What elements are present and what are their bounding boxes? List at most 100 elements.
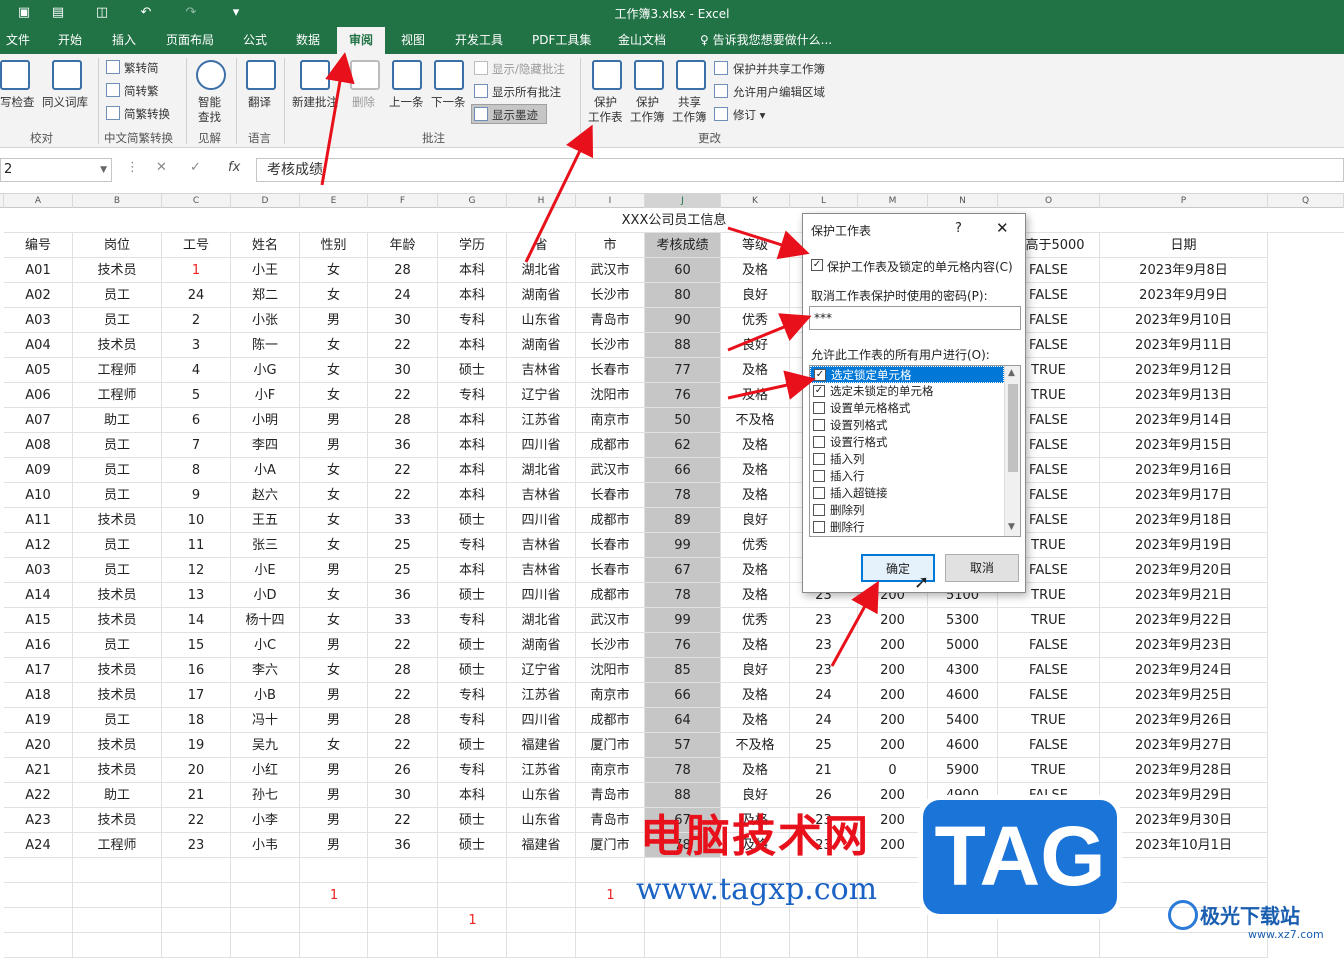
table-cell[interactable]: 66 xyxy=(645,458,721,483)
table-cell[interactable]: 小D xyxy=(231,583,300,608)
empty-cell[interactable] xyxy=(231,858,300,883)
empty-cell[interactable] xyxy=(438,933,507,958)
table-cell[interactable]: A06 xyxy=(4,383,73,408)
previous-comment-button[interactable]: 上一条 xyxy=(389,94,424,110)
table-cell[interactable]: A01 xyxy=(4,258,73,283)
table-cell[interactable]: A18 xyxy=(4,683,73,708)
table-cell[interactable]: 2023年9月30日 xyxy=(1100,808,1268,833)
column-label[interactable]: 市 xyxy=(576,233,645,258)
empty-cell[interactable] xyxy=(4,933,73,958)
column-header-g[interactable]: G xyxy=(438,194,507,208)
permission-checkbox[interactable] xyxy=(813,402,825,414)
table-cell[interactable]: 2023年9月28日 xyxy=(1100,758,1268,783)
table-cell[interactable]: 8 xyxy=(162,458,231,483)
table-cell[interactable]: 福建省 xyxy=(507,833,576,858)
table-cell[interactable]: TRUE xyxy=(998,608,1100,633)
table-cell[interactable]: 2023年9月19日 xyxy=(1100,533,1268,558)
empty-cell[interactable] xyxy=(73,883,162,908)
empty-cell[interactable] xyxy=(576,933,645,958)
table-cell[interactable]: 200 xyxy=(858,608,928,633)
empty-cell[interactable] xyxy=(507,933,576,958)
table-cell[interactable]: 硕士 xyxy=(438,633,507,658)
table-cell[interactable]: 28 xyxy=(368,408,438,433)
table-cell[interactable]: 助工 xyxy=(73,408,162,433)
table-cell[interactable]: A14 xyxy=(4,583,73,608)
empty-cell[interactable] xyxy=(507,858,576,883)
table-cell[interactable]: 武汉市 xyxy=(576,608,645,633)
table-cell[interactable]: A02 xyxy=(4,283,73,308)
table-cell[interactable]: 男 xyxy=(300,408,368,433)
empty-cell[interactable] xyxy=(721,908,790,933)
column-label[interactable]: 性别 xyxy=(300,233,368,258)
table-cell[interactable]: 25 xyxy=(790,733,858,758)
table-cell[interactable]: 技术员 xyxy=(73,583,162,608)
table-cell[interactable]: 13 xyxy=(162,583,231,608)
table-cell[interactable]: 女 xyxy=(300,483,368,508)
column-label[interactable]: 考核成绩 xyxy=(645,233,721,258)
table-cell[interactable]: 2023年9月23日 xyxy=(1100,633,1268,658)
table-cell[interactable]: 员工 xyxy=(73,558,162,583)
empty-cell[interactable] xyxy=(73,908,162,933)
table-cell[interactable]: 工程师 xyxy=(73,383,162,408)
table-cell[interactable]: 女 xyxy=(300,383,368,408)
column-header-h[interactable]: H xyxy=(507,194,576,208)
table-cell[interactable]: 99 xyxy=(645,608,721,633)
table-cell[interactable]: 厦门市 xyxy=(576,733,645,758)
table-cell[interactable]: 5400 xyxy=(928,708,998,733)
table-cell[interactable]: 66 xyxy=(645,683,721,708)
table-cell[interactable]: 28 xyxy=(368,658,438,683)
table-cell[interactable]: 5300 xyxy=(928,608,998,633)
table-cell[interactable]: 女 xyxy=(300,508,368,533)
tab-developer[interactable]: 开发工具 xyxy=(449,27,509,54)
table-cell[interactable]: 50 xyxy=(645,408,721,433)
cancel-icon[interactable]: ✕ xyxy=(156,160,167,175)
cancel-button[interactable]: 取消 xyxy=(945,554,1019,582)
permission-item[interactable]: 设置行格式 xyxy=(810,434,1004,451)
table-cell[interactable]: 硕士 xyxy=(438,733,507,758)
table-cell[interactable]: 76 xyxy=(645,383,721,408)
table-cell[interactable]: 四川省 xyxy=(507,508,576,533)
table-cell[interactable]: 技术员 xyxy=(73,333,162,358)
table-cell[interactable]: 吉林省 xyxy=(507,483,576,508)
table-cell[interactable]: 女 xyxy=(300,733,368,758)
table-cell[interactable]: 吉林省 xyxy=(507,533,576,558)
password-input[interactable]: *** xyxy=(809,306,1021,330)
empty-cell[interactable] xyxy=(162,933,231,958)
table-cell[interactable]: 36 xyxy=(368,583,438,608)
table-cell[interactable]: 小A xyxy=(231,458,300,483)
table-cell[interactable]: 2023年9月15日 xyxy=(1100,433,1268,458)
table-cell[interactable]: 员工 xyxy=(73,533,162,558)
column-label[interactable]: 日期 xyxy=(1100,233,1268,258)
table-cell[interactable]: 南京市 xyxy=(576,683,645,708)
table-cell[interactable]: 成都市 xyxy=(576,708,645,733)
column-label[interactable]: 工号 xyxy=(162,233,231,258)
table-cell[interactable]: 小E xyxy=(231,558,300,583)
tab-insert[interactable]: 插入 xyxy=(106,27,142,54)
table-cell[interactable]: 200 xyxy=(858,658,928,683)
table-cell[interactable]: 硕士 xyxy=(438,808,507,833)
empty-cell[interactable] xyxy=(73,933,162,958)
table-cell[interactable]: 90 xyxy=(645,308,721,333)
table-cell[interactable]: 技术员 xyxy=(73,658,162,683)
table-cell[interactable]: 本科 xyxy=(438,458,507,483)
table-cell[interactable]: TRUE xyxy=(998,758,1100,783)
table-cell[interactable]: 女 xyxy=(300,533,368,558)
table-cell[interactable]: FALSE xyxy=(998,658,1100,683)
column-header-i[interactable]: I xyxy=(576,194,645,208)
table-cell[interactable]: 湖北省 xyxy=(507,608,576,633)
table-cell[interactable]: 青岛市 xyxy=(576,308,645,333)
table-cell[interactable]: 6 xyxy=(162,408,231,433)
table-cell[interactable]: 良好 xyxy=(721,333,790,358)
table-cell[interactable]: 技术员 xyxy=(73,508,162,533)
table-cell[interactable]: 67 xyxy=(645,558,721,583)
table-cell[interactable]: 硕士 xyxy=(438,658,507,683)
table-cell[interactable]: 男 xyxy=(300,433,368,458)
table-cell[interactable]: 小王 xyxy=(231,258,300,283)
show-all-comments-button[interactable]: 显示所有批注 xyxy=(492,84,561,100)
table-cell[interactable]: 小明 xyxy=(231,408,300,433)
table-cell[interactable]: 76 xyxy=(645,633,721,658)
permission-item[interactable]: ✓ 选定未锁定的单元格 xyxy=(810,383,1004,400)
table-cell[interactable]: 技术员 xyxy=(73,808,162,833)
table-cell[interactable]: 陈一 xyxy=(231,333,300,358)
table-cell[interactable]: 本科 xyxy=(438,258,507,283)
